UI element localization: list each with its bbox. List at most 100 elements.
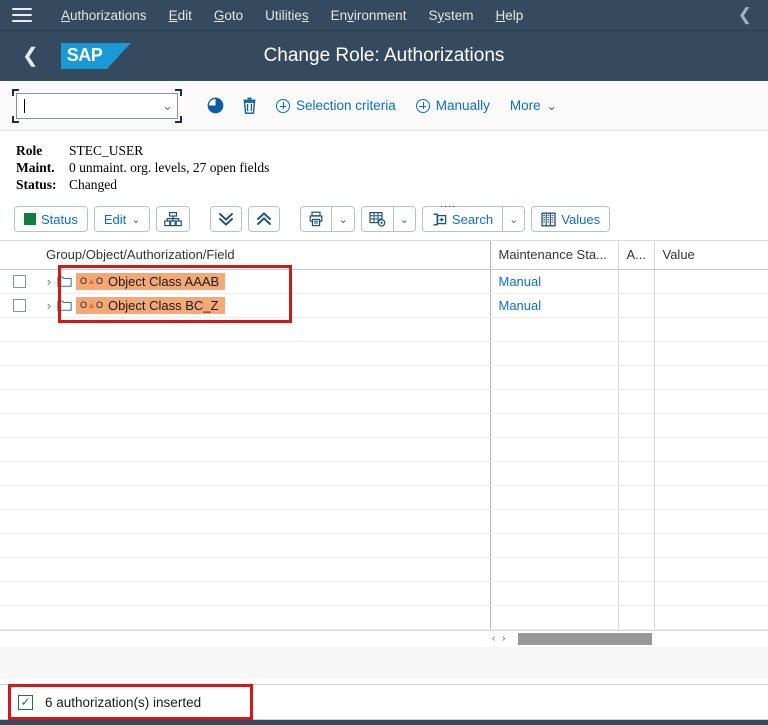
menu-item-help[interactable]: Help	[484, 0, 534, 31]
table-row-empty[interactable]	[0, 437, 768, 462]
authorization-combobox[interactable]: ⌄	[12, 88, 182, 123]
row-main-cell[interactable]: › O▲O Object Class AAAB	[38, 269, 490, 294]
table-row-empty[interactable]	[0, 341, 768, 366]
menu-item-edit[interactable]: Edit	[158, 0, 203, 31]
row-maintenance-status-cell: Manual	[489, 293, 618, 318]
color-fill-icon[interactable]	[198, 90, 232, 122]
authorization-combobox-field[interactable]: ⌄	[16, 92, 178, 119]
sap-logo-text: SAP	[66, 45, 103, 65]
print-split-button[interactable]: ⌄	[300, 206, 355, 232]
empty-value-cell	[653, 461, 768, 486]
selection-criteria-button[interactable]: Selection criteria	[266, 90, 406, 122]
trash-icon[interactable]	[232, 90, 266, 122]
print-dropdown-button[interactable]: ⌄	[331, 206, 355, 232]
expand-all-button[interactable]	[210, 206, 243, 232]
empty-checkbox-cell	[0, 581, 38, 606]
table-row-empty[interactable]	[0, 509, 768, 534]
double-chevron-down-icon	[219, 213, 234, 226]
drag-handle-dots[interactable]: ....	[440, 199, 456, 210]
column-header-checkbox	[0, 241, 38, 270]
table-row-empty[interactable]	[0, 533, 768, 558]
empty-a-cell	[617, 485, 654, 510]
empty-checkbox-cell	[0, 461, 38, 486]
manually-button[interactable]: Manually	[406, 90, 500, 122]
status-line: Status: Changed	[16, 177, 768, 194]
status-button[interactable]: Status	[14, 206, 88, 232]
menu-item-system[interactable]: System	[417, 0, 484, 31]
expand-row-icon[interactable]: ›	[41, 274, 57, 289]
empty-main-cell	[38, 461, 490, 486]
menu-item-utilities[interactable]: Utilities	[254, 0, 320, 31]
chevron-left-icon[interactable]: ❮	[738, 5, 758, 25]
empty-main-cell	[38, 437, 490, 462]
empty-checkbox-cell	[0, 509, 38, 534]
shell-bar: ❮ SAP Change Role: Authorizations	[0, 31, 768, 81]
maint-value: 0 unmaint. org. levels, 27 open fields	[69, 160, 270, 175]
table-row-empty[interactable]	[0, 461, 768, 486]
table-row-empty[interactable]	[0, 413, 768, 438]
values-button[interactable]: Values	[531, 206, 611, 232]
menu-item-environment[interactable]: Environment	[320, 0, 418, 31]
table-settings-button[interactable]	[360, 206, 393, 232]
checkbox-checked-icon: ✓	[18, 694, 33, 710]
role-label: Role	[16, 143, 43, 158]
column-header-value[interactable]: Value	[653, 241, 768, 270]
text-cursor	[24, 98, 25, 113]
edit-button[interactable]: Edit ⌄	[93, 206, 151, 232]
table-row-empty[interactable]	[0, 557, 768, 582]
empty-main-cell	[38, 533, 490, 558]
search-dropdown-button[interactable]: ⌄	[502, 206, 526, 232]
focus-bracket-br	[175, 115, 182, 123]
table-row[interactable]: › O▲O Object Class AAAB Manual	[0, 269, 768, 294]
empty-a-cell	[617, 581, 654, 606]
folder-icon	[57, 300, 72, 311]
column-header-main[interactable]: Group/Object/Authorization/Field	[38, 241, 490, 270]
empty-a-cell	[617, 461, 654, 486]
collapse-all-button[interactable]	[248, 206, 281, 232]
empty-checkbox-cell	[0, 317, 38, 342]
row-checkbox[interactable]	[12, 298, 26, 312]
scroll-arrows[interactable]: ‹ ›	[492, 633, 507, 644]
empty-status-cell	[489, 365, 618, 390]
search-split-button[interactable]: Search ⌄	[421, 206, 526, 232]
object-class-highlight: O▲O Object Class AAAB	[76, 272, 226, 290]
empty-status-cell	[489, 557, 618, 582]
menu-item-authorizations[interactable]: Authorizations	[50, 0, 158, 31]
row-checkbox[interactable]	[12, 274, 26, 288]
table-row-empty[interactable]	[0, 389, 768, 414]
scrollbar-thumb[interactable]	[518, 632, 652, 645]
node-status-icon: O▲O	[80, 300, 103, 310]
table-row[interactable]: › O▲O Object Class BC_Z Manual	[0, 293, 768, 318]
bottom-strip	[0, 720, 768, 725]
back-navigation-icon[interactable]: ❮	[22, 46, 39, 66]
more-button[interactable]: More ⌄	[500, 90, 567, 122]
empty-value-cell	[653, 413, 768, 438]
column-header-a[interactable]: A...	[617, 241, 654, 270]
table-row-empty[interactable]	[0, 605, 768, 630]
status-square-icon	[24, 213, 36, 225]
menu-item-goto[interactable]: Goto	[203, 0, 254, 31]
chevron-down-icon[interactable]: ⌄	[162, 98, 173, 114]
row-main-cell[interactable]: › O▲O Object Class BC_Z	[38, 293, 490, 318]
hamburger-menu-icon[interactable]	[12, 8, 32, 22]
row-checkbox-cell[interactable]	[0, 269, 38, 294]
expand-row-icon[interactable]: ›	[41, 298, 57, 313]
horizontal-scrollbar[interactable]: ‹ ›	[0, 629, 768, 647]
empty-value-cell	[653, 437, 768, 462]
search-button[interactable]: Search	[421, 206, 503, 232]
empty-a-cell	[617, 533, 654, 558]
empty-value-cell	[653, 317, 768, 342]
row-checkbox-cell[interactable]	[0, 293, 38, 318]
org-levels-button[interactable]	[156, 206, 191, 232]
table-settings-split-button[interactable]: ⌄	[360, 206, 416, 232]
sap-logo[interactable]: SAP	[60, 43, 131, 69]
print-button[interactable]	[300, 206, 332, 232]
table-row-empty[interactable]	[0, 317, 768, 342]
column-header-maintenance-status[interactable]: Maintenance Sta...	[489, 241, 618, 270]
role-value: STEC_USER	[69, 143, 144, 158]
empty-status-cell	[489, 437, 618, 462]
table-row-empty[interactable]	[0, 581, 768, 606]
table-settings-dropdown-button[interactable]: ⌄	[392, 206, 416, 232]
table-row-empty[interactable]	[0, 365, 768, 390]
table-row-empty[interactable]	[0, 485, 768, 510]
